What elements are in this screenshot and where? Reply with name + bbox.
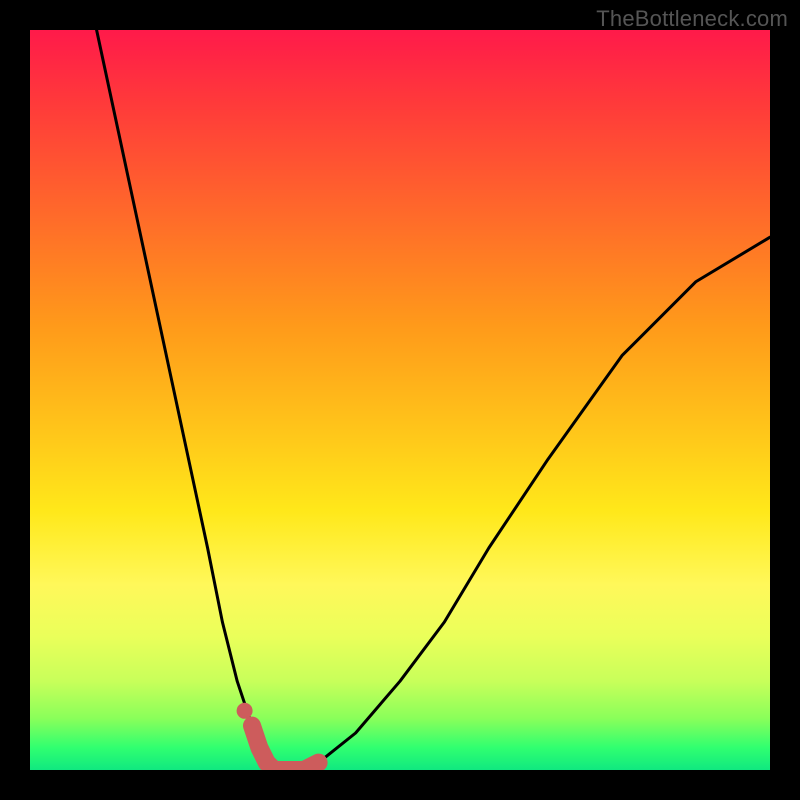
plot-area	[30, 30, 770, 770]
chart-frame: TheBottleneck.com	[0, 0, 800, 800]
curve-layer	[30, 30, 770, 770]
highlight-dot	[237, 703, 253, 719]
highlight-segment	[252, 726, 319, 770]
bottleneck-curve	[97, 30, 770, 770]
watermark-text: TheBottleneck.com	[596, 6, 788, 32]
